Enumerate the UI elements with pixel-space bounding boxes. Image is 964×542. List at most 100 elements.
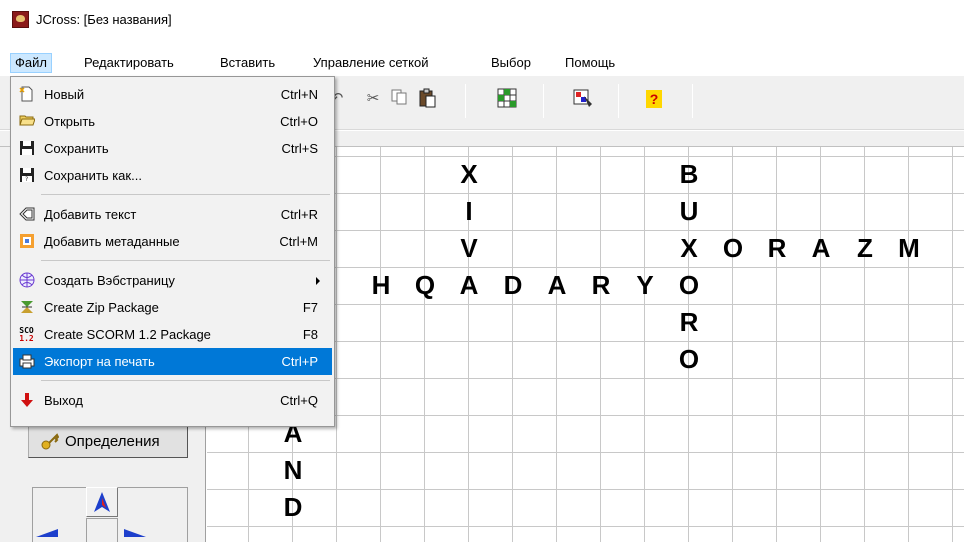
- menu-item-new[interactable]: Новый Ctrl+N: [13, 81, 332, 108]
- menu-item-open[interactable]: Открыть Ctrl+O: [13, 108, 332, 135]
- crossword-letter[interactable]: O: [667, 341, 711, 378]
- toolbar-separator: [618, 84, 619, 118]
- crossword-letter[interactable]: X: [667, 230, 711, 267]
- toolbar-separator: [692, 84, 693, 118]
- crossword-letter[interactable]: R: [579, 267, 623, 304]
- toolbar-separator: [543, 84, 544, 118]
- menu-item-label: Create Zip Package: [44, 300, 159, 315]
- menu-grid-control[interactable]: Управление сеткой: [309, 53, 432, 73]
- menu-item-shortcut: Ctrl+Q: [280, 393, 318, 408]
- web-page-icon: [18, 272, 35, 289]
- printer-icon: [18, 353, 35, 370]
- menu-item-label: Добавить метаданные: [44, 234, 180, 249]
- floppy-disk-icon: [18, 140, 35, 157]
- jcross-app-icon: [12, 11, 29, 28]
- crossword-letter[interactable]: R: [667, 304, 711, 341]
- menu-item-create-webpage[interactable]: Создать Вэбстраницу: [13, 267, 332, 294]
- menu-item-shortcut: F7: [302, 300, 318, 315]
- menu-item-shortcut: F8: [302, 327, 318, 342]
- select-colors-icon[interactable]: [572, 88, 594, 110]
- menu-item-add-metadata[interactable]: Добавить метаданные Ctrl+M: [13, 228, 332, 255]
- crossword-letter[interactable]: B: [667, 156, 711, 193]
- crossword-letter[interactable]: X: [447, 156, 491, 193]
- menu-item-shortcut: Ctrl+R: [280, 207, 318, 222]
- folder-open-icon: [18, 113, 36, 130]
- text-tag-icon: [18, 206, 35, 223]
- exit-arrow-icon: [18, 392, 35, 409]
- crossword-letter[interactable]: O: [711, 230, 755, 267]
- menu-separator: [41, 380, 330, 381]
- copy-icon[interactable]: [388, 88, 410, 110]
- menu-item-shortcut: Ctrl+N: [280, 87, 318, 102]
- menu-insert[interactable]: Вставить: [216, 53, 279, 73]
- cut-icon[interactable]: ✂: [362, 88, 384, 110]
- arrow-left-icon[interactable]: [36, 529, 58, 537]
- menu-separator: [41, 194, 330, 195]
- submenu-arrow-icon: [316, 277, 320, 285]
- definitions-button[interactable]: Определения: [28, 426, 188, 458]
- menu-item-label: Добавить текст: [44, 207, 137, 222]
- menu-item-label: Create SCORM 1.2 Package: [44, 327, 211, 342]
- title-bar: JCross: [Без названия]: [0, 0, 964, 40]
- menu-item-label: Открыть: [44, 114, 96, 129]
- crossword-letter[interactable]: V: [447, 230, 491, 267]
- grid-icon[interactable]: [496, 88, 518, 110]
- crossword-letter[interactable]: I: [447, 193, 491, 230]
- menu-item-save-as[interactable]: ? Сохранить как...: [13, 162, 332, 189]
- menu-item-shortcut: Ctrl+M: [279, 234, 318, 249]
- menu-item-label: Экспорт на печать: [44, 354, 155, 369]
- help-icon[interactable]: ?: [646, 90, 662, 108]
- save-as-icon: ?: [18, 167, 35, 184]
- crossword-letter[interactable]: R: [755, 230, 799, 267]
- menu-item-label: Выход: [44, 393, 83, 408]
- crossword-letter[interactable]: N: [271, 452, 315, 489]
- arrow-up-icon: [94, 492, 110, 512]
- nav-up-button[interactable]: [86, 487, 118, 517]
- crossword-letter[interactable]: O: [667, 267, 711, 304]
- menu-item-shortcut: Ctrl+O: [280, 114, 318, 129]
- toolbar-separator: [465, 84, 466, 118]
- file-menu-dropdown: Новый Ctrl+N Открыть Ctrl+O Сохранить Ct…: [10, 76, 335, 427]
- menu-item-save[interactable]: Сохранить Ctrl+S: [13, 135, 332, 162]
- new-document-icon: [18, 86, 35, 103]
- menu-edit[interactable]: Редактировать: [80, 53, 178, 73]
- menu-file[interactable]: Файл: [10, 53, 52, 73]
- crossword-letter[interactable]: Q: [403, 267, 447, 304]
- menu-separator: [41, 260, 330, 261]
- nav-center-cell: [86, 518, 118, 542]
- menu-help[interactable]: Помощь: [561, 53, 619, 73]
- crossword-letter[interactable]: D: [271, 489, 315, 526]
- scorm-badge-bottom: 1.2: [19, 334, 34, 343]
- crossword-letter[interactable]: H: [359, 267, 403, 304]
- zip-package-icon: [18, 299, 35, 316]
- crossword-letter[interactable]: U: [667, 193, 711, 230]
- scorm-icon: SCO 1.2: [18, 326, 35, 343]
- metadata-icon: [18, 233, 35, 250]
- crossword-letter[interactable]: D: [491, 267, 535, 304]
- menu-item-add-text[interactable]: Добавить текст Ctrl+R: [13, 201, 332, 228]
- definitions-label: Определения: [65, 433, 160, 450]
- crossword-letter[interactable]: M: [887, 230, 931, 267]
- menu-item-exit[interactable]: Выход Ctrl+Q: [13, 387, 332, 414]
- menu-item-create-zip[interactable]: Create Zip Package F7: [13, 294, 332, 321]
- menu-item-label: Новый: [44, 87, 85, 102]
- menu-select[interactable]: Выбор: [487, 53, 535, 73]
- menu-bar: Файл Редактировать Вставить Управление с…: [0, 50, 964, 74]
- crossword-letter[interactable]: A: [447, 267, 491, 304]
- menu-item-label: Сохранить как...: [44, 168, 142, 183]
- menu-item-label: Создать Вэбстраницу: [44, 273, 175, 288]
- crossword-letter[interactable]: A: [535, 267, 579, 304]
- menu-item-label: Сохранить: [44, 141, 109, 156]
- menu-item-shortcut: Ctrl+S: [281, 141, 318, 156]
- menu-item-export-print[interactable]: Экспорт на печать Ctrl+P: [13, 348, 332, 375]
- svg-text:?: ?: [25, 176, 28, 183]
- arrow-right-icon[interactable]: [124, 529, 146, 537]
- crossword-letter[interactable]: A: [799, 230, 843, 267]
- window-title: JCross: [Без названия]: [36, 12, 172, 27]
- key-icon: [41, 433, 59, 450]
- crossword-letter[interactable]: Z: [843, 230, 887, 267]
- crossword-letter[interactable]: Y: [623, 267, 667, 304]
- menu-item-shortcut: Ctrl+P: [281, 354, 318, 369]
- menu-item-create-scorm[interactable]: SCO 1.2 Create SCORM 1.2 Package F8: [13, 321, 332, 348]
- paste-icon[interactable]: [416, 88, 438, 110]
